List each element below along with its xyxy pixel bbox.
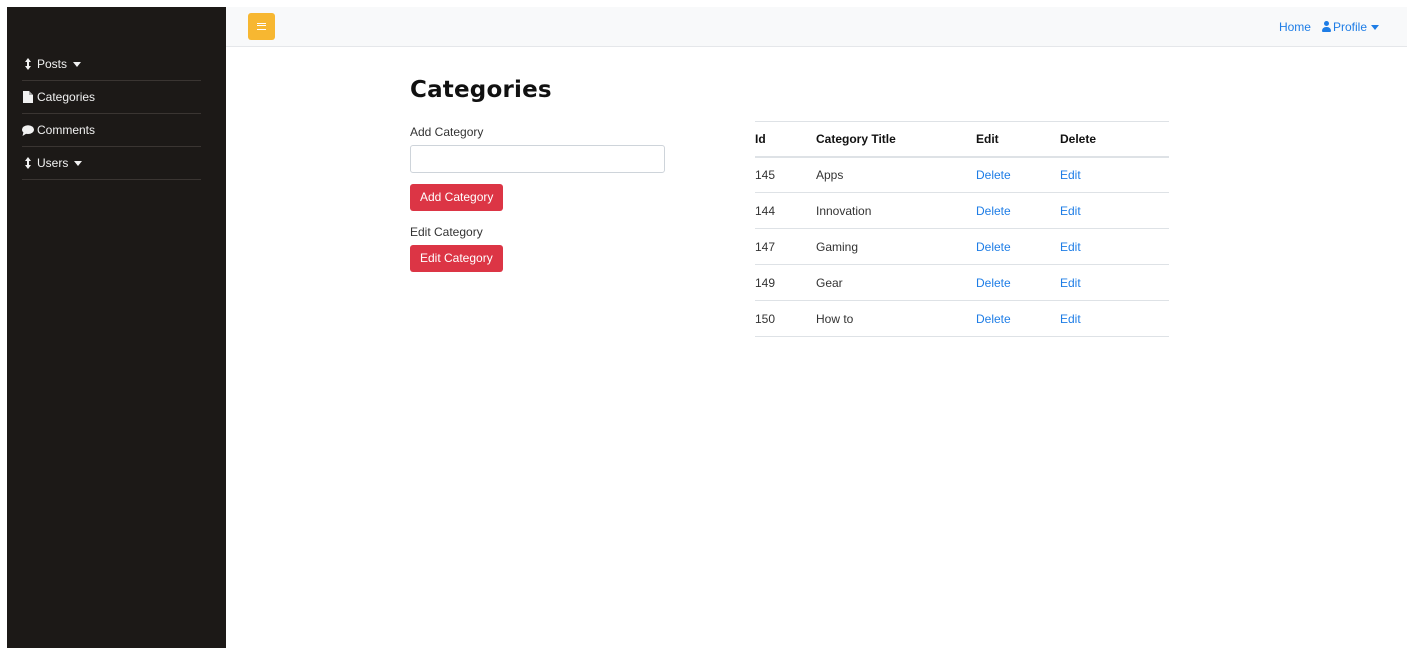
header-category-title: Category Title xyxy=(816,121,976,158)
sidebar-item-comments[interactable]: Comments xyxy=(22,114,201,147)
app-frame: Posts Categories Comments Users Home Pro… xyxy=(7,7,1407,648)
cell-title: Gaming xyxy=(816,228,976,265)
edit-link[interactable]: Edit xyxy=(1060,228,1169,265)
cell-title: Gear xyxy=(816,264,976,301)
home-link[interactable]: Home xyxy=(1279,20,1311,34)
sidebar-item-label: Categories xyxy=(37,90,96,104)
edit-category-label: Edit Category xyxy=(410,225,483,239)
add-category-input[interactable] xyxy=(410,145,665,173)
edit-link[interactable]: Edit xyxy=(1060,264,1169,301)
comment-icon xyxy=(22,124,34,136)
sort-icon xyxy=(22,58,34,70)
navbar-links: Home Profile xyxy=(1279,7,1379,47)
add-category-label: Add Category xyxy=(410,125,484,139)
delete-link[interactable]: Delete xyxy=(976,300,1060,337)
sidebar-item-label: Comments xyxy=(37,123,96,137)
table-row: 149 Gear Delete Edit xyxy=(755,264,1169,301)
cell-id: 145 xyxy=(755,156,816,193)
file-icon xyxy=(22,91,34,103)
table-row: 145 Apps Delete Edit xyxy=(755,156,1169,193)
header-delete: Delete xyxy=(1060,121,1169,158)
edit-link[interactable]: Edit xyxy=(1060,192,1169,229)
caret-down-icon xyxy=(73,61,82,67)
header-id: Id xyxy=(755,121,816,158)
table-row: 144 Innovation Delete Edit xyxy=(755,192,1169,229)
profile-dropdown[interactable]: Profile xyxy=(1321,20,1379,34)
edit-link[interactable]: Edit xyxy=(1060,300,1169,337)
top-navbar: Home Profile xyxy=(226,7,1407,47)
page-title: Categories xyxy=(410,77,552,103)
edit-category-button[interactable]: Edit Category xyxy=(410,245,503,272)
category-form: Add Category Add Category Edit Category … xyxy=(410,125,665,272)
sidebar-item-label: Users xyxy=(37,156,69,170)
cell-title: Innovation xyxy=(816,192,976,229)
sidebar-item-label: Posts xyxy=(37,57,68,71)
table-row: 147 Gaming Delete Edit xyxy=(755,228,1169,265)
sidebar: Posts Categories Comments Users xyxy=(7,7,226,648)
cell-title: How to xyxy=(816,300,976,337)
sort-icon xyxy=(22,157,34,169)
cell-id: 147 xyxy=(755,228,816,265)
caret-down-icon xyxy=(74,160,83,166)
header-edit: Edit xyxy=(976,121,1060,158)
sidebar-item-posts[interactable]: Posts xyxy=(22,48,201,81)
hamburger-icon xyxy=(257,23,266,30)
profile-label: Profile xyxy=(1332,20,1367,34)
main-content: Home Profile Categories Add Category Add… xyxy=(226,7,1407,648)
edit-link[interactable]: Edit xyxy=(1060,156,1169,193)
delete-link[interactable]: Delete xyxy=(976,228,1060,265)
delete-link[interactable]: Delete xyxy=(976,156,1060,193)
caret-down-icon xyxy=(1371,24,1379,30)
table-header-row: Id Category Title Edit Delete xyxy=(755,121,1169,158)
table-row: 150 How to Delete Edit xyxy=(755,300,1169,337)
cell-title: Apps xyxy=(816,156,976,193)
cell-id: 149 xyxy=(755,264,816,301)
sidebar-item-users[interactable]: Users xyxy=(22,147,201,180)
delete-link[interactable]: Delete xyxy=(976,192,1060,229)
cell-id: 150 xyxy=(755,300,816,337)
add-category-button[interactable]: Add Category xyxy=(410,184,504,211)
delete-link[interactable]: Delete xyxy=(976,264,1060,301)
user-icon xyxy=(1321,21,1332,33)
cell-id: 144 xyxy=(755,192,816,229)
sidebar-toggle-button[interactable] xyxy=(248,13,275,40)
categories-table: Id Category Title Edit Delete 145 Apps D… xyxy=(755,121,1169,337)
sidebar-item-categories[interactable]: Categories xyxy=(22,81,201,114)
